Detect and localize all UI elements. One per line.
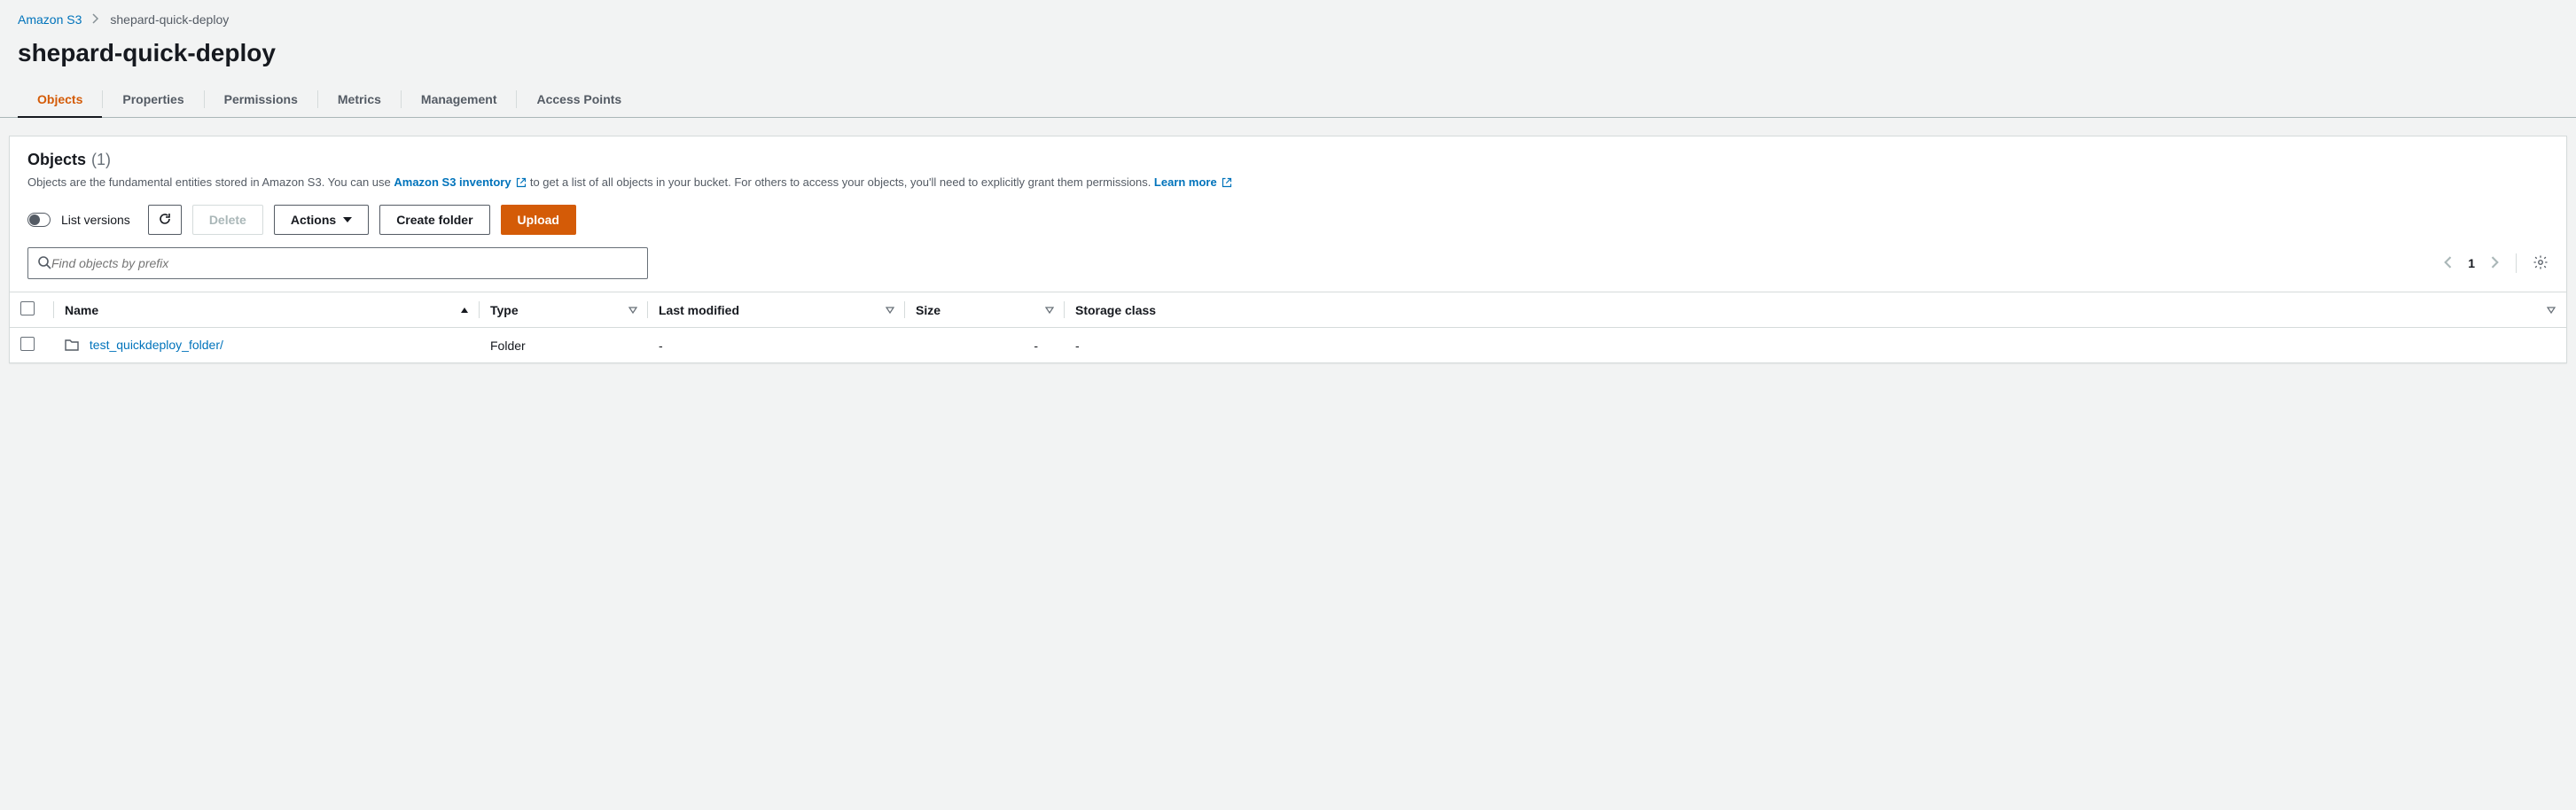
search-icon (37, 255, 51, 272)
link-label: Amazon S3 inventory (394, 175, 511, 189)
filter-icon[interactable] (1045, 303, 1054, 317)
objects-table: Name Type Last modified (10, 292, 2566, 362)
object-last-modified: - (648, 328, 905, 363)
desc-text: to get a list of all objects in your buc… (530, 175, 1154, 189)
separator (2516, 253, 2517, 273)
object-size: - (905, 328, 1065, 363)
search-box[interactable] (27, 247, 648, 279)
tab-access-points[interactable]: Access Points (517, 82, 641, 117)
search-input[interactable] (51, 256, 638, 270)
tab-management[interactable]: Management (402, 82, 517, 117)
column-header-type[interactable]: Type (490, 303, 519, 317)
row-checkbox[interactable] (20, 337, 35, 351)
tab-properties[interactable]: Properties (103, 82, 203, 117)
table-row: test_quickdeploy_folder/ Folder - - - (10, 328, 2566, 363)
tab-metrics[interactable]: Metrics (318, 82, 401, 117)
settings-button[interactable] (2533, 254, 2549, 273)
actions-label: Actions (291, 213, 336, 227)
tab-permissions[interactable]: Permissions (205, 82, 317, 117)
list-versions-toggle[interactable] (27, 213, 51, 227)
panel-title: Objects (27, 151, 86, 169)
toolbar: List versions Delete Actions Create fold… (27, 205, 2549, 235)
delete-button[interactable]: Delete (192, 205, 263, 235)
refresh-icon (158, 212, 172, 229)
desc-text: Objects are the fundamental entities sto… (27, 175, 394, 189)
objects-panel: Objects (1) Objects are the fundamental … (9, 136, 2567, 363)
sort-asc-icon[interactable] (460, 303, 469, 317)
column-header-last-modified[interactable]: Last modified (659, 303, 739, 317)
next-page-button[interactable] (2491, 256, 2500, 271)
list-versions-label: List versions (61, 213, 130, 227)
s3-inventory-link[interactable]: Amazon S3 inventory (394, 175, 529, 189)
breadcrumb: Amazon S3 shepard-quick-deploy (0, 0, 2576, 32)
actions-dropdown[interactable]: Actions (274, 205, 369, 235)
breadcrumb-current: shepard-quick-deploy (110, 12, 229, 27)
chevron-right-icon (92, 12, 99, 27)
page-number: 1 (2468, 256, 2475, 270)
link-label: Learn more (1154, 175, 1217, 189)
object-storage-class: - (1065, 328, 2566, 363)
caret-down-icon (343, 217, 352, 222)
prev-page-button[interactable] (2443, 256, 2452, 271)
external-link-icon (1222, 176, 1232, 192)
column-header-name[interactable]: Name (65, 303, 98, 317)
page-title: shepard-quick-deploy (0, 32, 2576, 82)
breadcrumb-root-link[interactable]: Amazon S3 (18, 12, 82, 27)
tabs: Objects Properties Permissions Metrics M… (0, 82, 2576, 118)
object-name-link[interactable]: test_quickdeploy_folder/ (90, 338, 223, 352)
panel-count: (1) (91, 151, 111, 169)
object-type: Folder (480, 328, 648, 363)
external-link-icon (516, 176, 527, 192)
filter-icon[interactable] (886, 303, 894, 317)
tab-objects[interactable]: Objects (18, 82, 102, 117)
refresh-button[interactable] (148, 205, 182, 235)
pagination: 1 (2443, 253, 2549, 273)
upload-button[interactable]: Upload (501, 205, 576, 235)
column-header-storage-class[interactable]: Storage class (1075, 303, 1156, 317)
learn-more-link[interactable]: Learn more (1154, 175, 1232, 189)
filter-icon[interactable] (2547, 303, 2556, 317)
filter-icon[interactable] (628, 303, 637, 317)
panel-description: Objects are the fundamental entities sto… (27, 175, 2549, 192)
select-all-checkbox[interactable] (20, 301, 35, 315)
folder-icon (65, 339, 82, 354)
create-folder-button[interactable]: Create folder (379, 205, 489, 235)
column-header-size[interactable]: Size (916, 303, 941, 317)
